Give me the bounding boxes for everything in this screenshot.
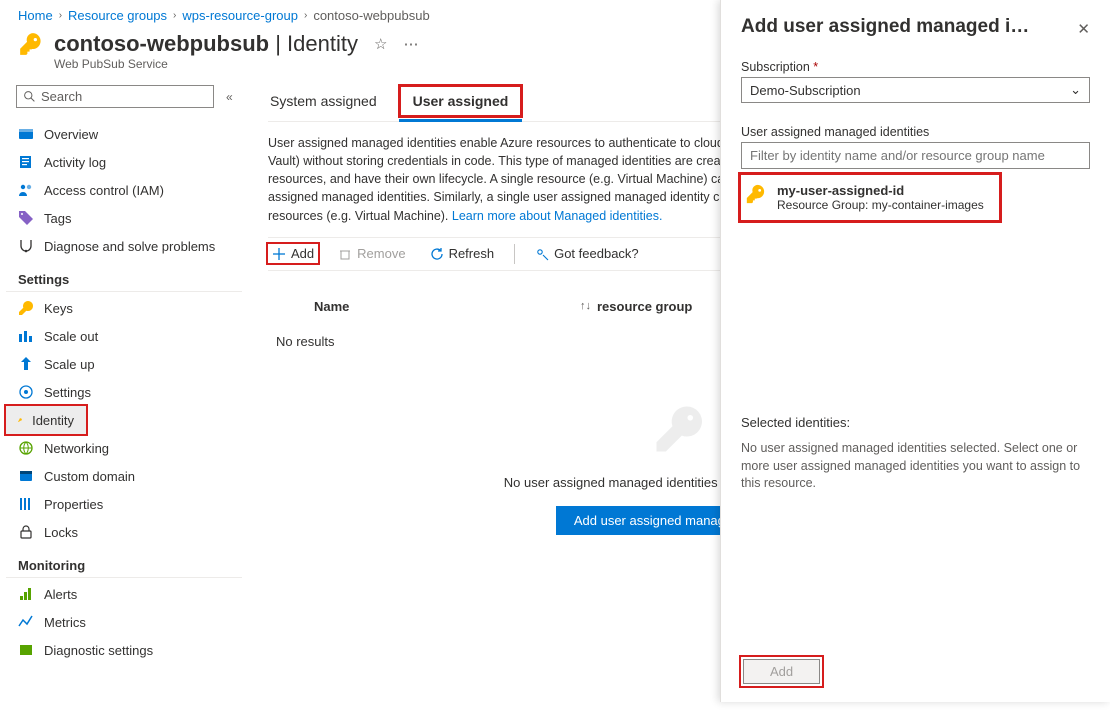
nav-alerts[interactable]: Alerts xyxy=(6,580,242,608)
identity-name: my-user-assigned-id xyxy=(777,183,984,198)
diagnostic-settings-icon xyxy=(18,642,34,658)
identity-key-icon xyxy=(745,183,767,205)
uami-label: User assigned managed identities xyxy=(741,125,1090,139)
nav-group-settings: Settings xyxy=(6,264,242,292)
add-uami-panel: Add user assigned managed i… ✕ Subscript… xyxy=(720,0,1110,702)
learn-more-link[interactable]: Learn more about Managed identities. xyxy=(452,209,663,223)
nav-settings[interactable]: Settings xyxy=(6,378,242,406)
nav-diagnose[interactable]: Diagnose and solve problems xyxy=(6,232,242,260)
empty-key-icon xyxy=(649,399,709,459)
column-name[interactable]: Name xyxy=(274,299,574,314)
scale-up-icon xyxy=(18,356,34,372)
nav-locks[interactable]: Locks xyxy=(6,518,242,546)
crumb-rg[interactable]: wps-resource-group xyxy=(182,8,298,23)
identity-result-item[interactable]: my-user-assigned-id Resource Group: my-c… xyxy=(741,175,999,220)
selected-identities-header: Selected identities: xyxy=(741,415,1090,430)
nav-tags[interactable]: Tags xyxy=(6,204,242,232)
networking-icon xyxy=(18,440,34,456)
tags-icon xyxy=(18,210,34,226)
refresh-button[interactable]: Refresh xyxy=(426,244,499,263)
tab-system-assigned[interactable]: System assigned xyxy=(268,85,379,121)
remove-button: Remove xyxy=(334,244,409,263)
feedback-icon xyxy=(535,247,549,261)
subscription-dropdown[interactable]: Demo-Subscription ⌄ xyxy=(741,77,1090,103)
panel-add-button[interactable]: Add xyxy=(743,659,820,684)
chevron-right-icon: › xyxy=(173,10,176,21)
sort-icon[interactable]: ↑↓ xyxy=(574,300,597,312)
nav-identity[interactable]: Identity xyxy=(6,406,86,434)
nav-overview[interactable]: Overview xyxy=(6,120,242,148)
metrics-icon xyxy=(18,614,34,630)
scale-out-icon xyxy=(18,328,34,344)
panel-title: Add user assigned managed i… xyxy=(741,16,1029,38)
chevron-down-icon: ⌄ xyxy=(1070,82,1081,98)
feedback-button[interactable]: Got feedback? xyxy=(531,244,643,263)
crumb-home[interactable]: Home xyxy=(18,8,53,23)
close-panel-icon[interactable]: ✕ xyxy=(1077,16,1090,38)
toolbar-separator xyxy=(514,244,515,264)
activity-log-icon xyxy=(18,154,34,170)
key-resource-icon xyxy=(18,31,44,57)
chevron-right-icon: › xyxy=(59,10,62,21)
custom-domain-icon xyxy=(18,468,34,484)
nav-scale-up[interactable]: Scale up xyxy=(6,350,242,378)
overview-icon xyxy=(18,126,34,142)
favorite-star-icon[interactable]: ☆ xyxy=(374,35,387,53)
identity-resource-group: Resource Group: my-container-images xyxy=(777,198,984,212)
tab-user-assigned[interactable]: User assigned xyxy=(399,85,523,122)
nav-custom-domain[interactable]: Custom domain xyxy=(6,462,242,490)
gear-icon xyxy=(18,384,34,400)
nav-access-control[interactable]: Access control (IAM) xyxy=(6,176,242,204)
plus-icon xyxy=(272,247,286,261)
identity-filter-input[interactable] xyxy=(741,142,1090,169)
nav-metrics[interactable]: Metrics xyxy=(6,608,242,636)
sidebar-search-input[interactable]: Search xyxy=(16,85,214,108)
refresh-icon xyxy=(430,247,444,261)
iam-icon xyxy=(18,182,34,198)
nav-group-monitoring: Monitoring xyxy=(6,550,242,578)
crumb-resource-groups[interactable]: Resource groups xyxy=(68,8,167,23)
nav-networking[interactable]: Networking xyxy=(6,434,242,462)
nav-properties[interactable]: Properties xyxy=(6,490,242,518)
chevron-right-icon: › xyxy=(304,10,307,21)
properties-icon xyxy=(18,496,34,512)
nav-diag-settings[interactable]: Diagnostic settings xyxy=(6,636,242,664)
trash-icon xyxy=(338,247,352,261)
crumb-current: contoso-webpubsub xyxy=(313,8,429,23)
nav-keys[interactable]: Keys xyxy=(6,294,242,322)
add-button[interactable]: Add xyxy=(268,244,318,263)
diagnose-icon xyxy=(18,238,34,254)
subscription-label: Subscription * xyxy=(741,60,1090,74)
nav-activity-log[interactable]: Activity log xyxy=(6,148,242,176)
alerts-icon xyxy=(18,586,34,602)
nav-scale-out[interactable]: Scale out xyxy=(6,322,242,350)
lock-icon xyxy=(18,524,34,540)
page-title: contoso-webpubsub | Identity xyxy=(54,31,358,57)
identity-icon xyxy=(18,412,22,428)
collapse-sidebar-icon[interactable]: « xyxy=(226,90,233,104)
selected-identities-message: No user assigned managed identities sele… xyxy=(741,440,1090,493)
key-icon xyxy=(18,300,34,316)
sidebar: Search « Overview Activity log Access co… xyxy=(0,81,248,713)
more-actions-icon[interactable]: ⋯ xyxy=(403,35,418,53)
column-resource-group[interactable]: resource group xyxy=(597,299,692,314)
search-icon xyxy=(23,90,36,103)
